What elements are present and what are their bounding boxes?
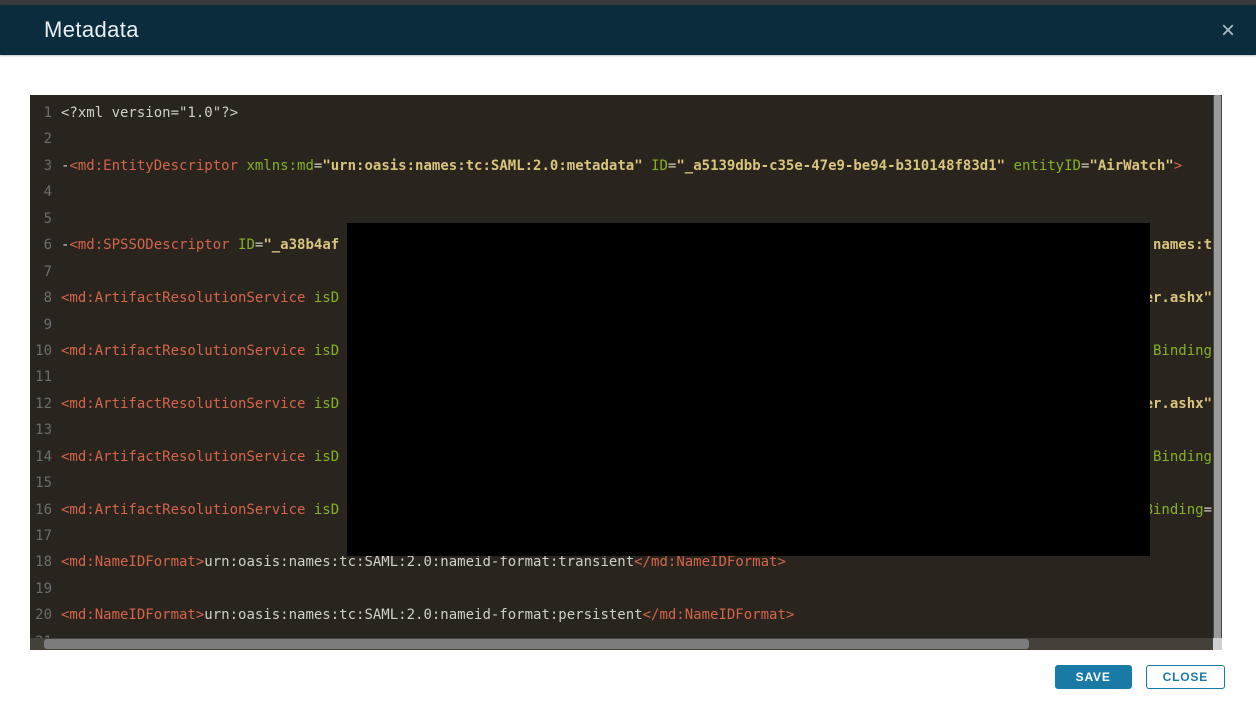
line-number: 3 — [30, 153, 52, 179]
horizontal-scrollbar-thumb[interactable] — [44, 639, 1029, 649]
dialog-header: Metadata × — [0, 5, 1256, 55]
code-token: ID — [651, 158, 668, 174]
code-token — [305, 449, 313, 465]
redacted-block — [347, 223, 1150, 556]
close-icon[interactable]: × — [1212, 15, 1244, 47]
code-token — [305, 396, 313, 412]
code-token: <md:SPSSODescriptor — [69, 237, 229, 253]
code-line: 2 — [30, 126, 1222, 152]
code-token: isD — [314, 396, 339, 412]
code-token: isD — [314, 502, 339, 518]
code-token: isD — [314, 343, 339, 359]
code-token: xmlns:md — [246, 158, 313, 174]
code-token: </md:NameIDFormat> — [643, 607, 795, 623]
code-token: "AirWatch" — [1089, 158, 1173, 174]
line-number: 12 — [30, 391, 52, 417]
line-number: 13 — [30, 417, 52, 443]
metadata-dialog: Metadata × 1 <?xml version="1.0"?> 23-<md:… — [0, 0, 1256, 705]
code-token — [643, 158, 651, 174]
code-token: ID — [238, 237, 255, 253]
line-number: 19 — [30, 576, 52, 602]
code-token: <md:NameIDFormat> — [61, 554, 204, 570]
code-token: <md:ArtifactResolutionService — [61, 502, 305, 518]
code-token — [305, 290, 313, 306]
code-token: <md:ArtifactResolutionService — [61, 290, 305, 306]
line-number: 8 — [30, 285, 52, 311]
code-line: 1 <?xml version="1.0"?> — [30, 100, 1222, 126]
code-token: er.ashx" — [1145, 290, 1212, 306]
code-line-right-fragment: er.ashx" — [1145, 285, 1212, 311]
line-number: 9 — [30, 312, 52, 338]
code-token: <?xml version="1.0"?> — [61, 105, 238, 121]
line-number: 11 — [30, 364, 52, 390]
code-line: 4 — [30, 179, 1222, 205]
code-token: urn:oasis:names:tc:SAML:2.0:nameid-forma… — [204, 554, 634, 570]
code-token: <md:ArtifactResolutionService — [61, 449, 305, 465]
code-token: isD — [314, 449, 339, 465]
line-number: 16 — [30, 497, 52, 523]
code-token: > — [1174, 158, 1182, 174]
line-number: 15 — [30, 470, 52, 496]
line-number: 20 — [30, 602, 52, 628]
code-token: = — [1204, 502, 1212, 518]
code-line: 19 — [30, 576, 1222, 602]
code-token: Binding — [1153, 343, 1212, 359]
code-token: entityID — [1014, 158, 1081, 174]
code-token — [230, 237, 238, 253]
dialog-title: Metadata — [44, 17, 139, 43]
line-number: 4 — [30, 179, 52, 205]
code-token: "_a38b4af — [263, 237, 339, 253]
line-number: 2 — [30, 126, 52, 152]
horizontal-scrollbar[interactable] — [30, 638, 1213, 650]
close-button[interactable]: CLOSE — [1146, 665, 1225, 689]
code-token: urn:oasis:names:tc:SAML:2.0:nameid-forma… — [204, 607, 642, 623]
line-number: 7 — [30, 259, 52, 285]
code-token: isD — [314, 290, 339, 306]
code-token — [305, 343, 313, 359]
xml-code-editor[interactable]: 1 <?xml version="1.0"?> 23-<md:EntityDescr… — [30, 95, 1222, 650]
dialog-footer: SAVE CLOSE — [1055, 665, 1225, 689]
line-number: 10 — [30, 338, 52, 364]
code-token: <md:EntityDescriptor — [69, 158, 238, 174]
code-token: "urn:oasis:names:tc:SAML:2.0:metadata" — [322, 158, 642, 174]
code-line: 3-<md:EntityDescriptor xmlns:md="urn:oas… — [30, 153, 1222, 179]
code-token: <md:ArtifactResolutionService — [61, 343, 305, 359]
code-token: Binding — [1145, 502, 1204, 518]
code-line: 20 <md:NameIDFormat>urn:oasis:names:tc:SA… — [30, 602, 1222, 628]
code-token — [1005, 158, 1013, 174]
code-token: <md:NameIDFormat> — [61, 607, 204, 623]
vertical-scrollbar[interactable] — [1213, 95, 1222, 650]
code-token: Binding — [1153, 449, 1212, 465]
line-number: 14 — [30, 444, 52, 470]
line-number: 17 — [30, 523, 52, 549]
code-token: "_a5139dbb-c35e-47e9-be94-b310148f83d1" — [676, 158, 1005, 174]
line-number: 18 — [30, 549, 52, 575]
code-token: <md:ArtifactResolutionService — [61, 396, 305, 412]
code-token: </md:NameIDFormat> — [634, 554, 786, 570]
code-line-right-fragment: Binding= — [1145, 497, 1212, 523]
line-number: 5 — [30, 206, 52, 232]
vertical-scrollbar-thumb[interactable] — [1214, 95, 1221, 650]
code-token — [305, 502, 313, 518]
save-button[interactable]: SAVE — [1055, 665, 1132, 689]
line-number: 1 — [30, 100, 52, 126]
line-number: 6 — [30, 232, 52, 258]
scrollbar-corner — [1213, 638, 1222, 650]
